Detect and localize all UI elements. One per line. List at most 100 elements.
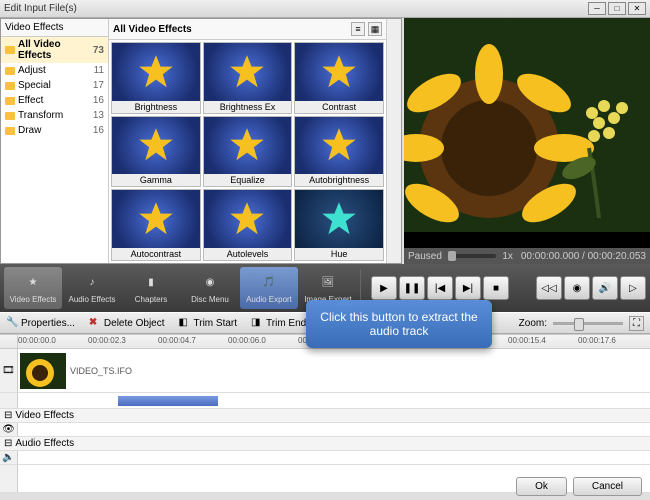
delete-object-button[interactable]: ✖Delete Object bbox=[89, 317, 165, 329]
effect-label: Autocontrast bbox=[112, 248, 200, 260]
effect-thumb bbox=[295, 43, 383, 101]
audio-export-button[interactable]: 🎵Audio Export bbox=[240, 267, 298, 309]
zoom-slider[interactable] bbox=[553, 322, 623, 325]
effect-autolevels[interactable]: Autolevels bbox=[203, 189, 293, 261]
effect-label: Autolevels bbox=[204, 248, 292, 260]
audio-effects-button[interactable]: ♪ Audio Effects bbox=[63, 267, 121, 309]
effects-scrollbar[interactable] bbox=[386, 19, 401, 263]
effect-brightness[interactable]: Brightness bbox=[111, 42, 201, 114]
video-clip[interactable]: VIDEO_TS.IFO bbox=[18, 351, 218, 391]
sidebar-item-count: 17 bbox=[93, 80, 104, 91]
sidebar-item-draw[interactable]: Draw16 bbox=[1, 123, 108, 138]
minimize-button[interactable]: ─ bbox=[588, 2, 606, 15]
sidebar-item-count: 13 bbox=[93, 110, 104, 121]
folder-icon bbox=[5, 67, 15, 75]
folder-icon bbox=[5, 82, 15, 90]
tool-icon: ♪ bbox=[82, 273, 102, 293]
audio-effects-track[interactable] bbox=[18, 451, 650, 464]
prev-button[interactable]: |◀ bbox=[427, 276, 453, 300]
chapters-button[interactable]: ▮Chapters bbox=[122, 267, 180, 309]
next-button[interactable]: ▶| bbox=[455, 276, 481, 300]
properties-button[interactable]: 🔧Properties... bbox=[6, 317, 75, 329]
effect-thumb bbox=[295, 117, 383, 175]
disc-menu-button[interactable]: ◉ Disc Menu bbox=[181, 267, 239, 309]
ruler-tick: 00:00:04.7 bbox=[158, 336, 196, 345]
effect-thumb bbox=[112, 190, 200, 248]
ruler-tick: 00:00:00.0 bbox=[18, 336, 56, 345]
sidebar-item-special[interactable]: Special17 bbox=[1, 78, 108, 93]
zoom-label: Zoom: bbox=[519, 318, 547, 329]
sidebar-item-count: 16 bbox=[93, 125, 104, 136]
effect-label: Brightness Ex bbox=[204, 101, 292, 113]
effect-gamma[interactable]: Gamma bbox=[111, 116, 201, 188]
fit-icon[interactable]: ⛶ bbox=[629, 316, 644, 331]
eye-icon[interactable]: 👁 bbox=[2, 424, 15, 435]
clip-label: VIDEO_TS.IFO bbox=[70, 366, 132, 376]
close-button[interactable]: ✕ bbox=[628, 2, 646, 15]
tool-label: Audio Effects bbox=[69, 295, 116, 304]
stop-button[interactable]: ■ bbox=[483, 276, 509, 300]
hint-tooltip: Click this button to extract the audio t… bbox=[306, 300, 492, 348]
effect-autobrightness[interactable]: Autobrightness bbox=[294, 116, 384, 188]
tool-label: Video Effects bbox=[10, 295, 57, 304]
window-title: Edit Input File(s) bbox=[4, 3, 586, 14]
collapse-video-effects[interactable]: ⊟ bbox=[4, 410, 12, 421]
trim-start-button[interactable]: ◧Trim Start bbox=[179, 317, 238, 329]
speaker-icon[interactable]: 🔈 bbox=[2, 452, 14, 463]
snapshot-button[interactable]: ◉ bbox=[564, 276, 590, 300]
sidebar-item-transform[interactable]: Transform13 bbox=[1, 108, 108, 123]
sidebar-item-all-video-effects[interactable]: All Video Effects73 bbox=[1, 37, 108, 63]
effect-brightness-ex[interactable]: Brightness Ex bbox=[203, 42, 293, 114]
effect-thumb bbox=[204, 117, 292, 175]
maximize-button[interactable]: □ bbox=[608, 2, 626, 15]
effect-label: Hue bbox=[295, 248, 383, 260]
effects-sidebar: Video Effects All Video Effects73Adjust1… bbox=[1, 19, 109, 263]
audio-effects-track-label: Audio Effects bbox=[15, 438, 74, 449]
tool-label: Disc Menu bbox=[191, 295, 229, 304]
list-view-icon[interactable]: ≡ bbox=[351, 22, 365, 36]
sidebar-header: Video Effects bbox=[1, 19, 108, 37]
sidebar-item-effect[interactable]: Effect16 bbox=[1, 93, 108, 108]
effect-contrast[interactable]: Contrast bbox=[294, 42, 384, 114]
collapse-audio-effects[interactable]: ⊟ bbox=[4, 438, 12, 449]
folder-icon bbox=[5, 127, 15, 135]
film-icon: 🎞 bbox=[2, 365, 15, 376]
video-effects-button[interactable]: ★Video Effects bbox=[4, 267, 62, 309]
ruler-tick: 00:00:17.6 bbox=[578, 336, 616, 345]
selection-track[interactable] bbox=[18, 393, 650, 408]
speed-slider[interactable] bbox=[448, 254, 496, 258]
effect-thumb bbox=[112, 43, 200, 101]
video-effects-track[interactable] bbox=[18, 423, 650, 436]
folder-icon bbox=[5, 97, 15, 105]
ok-button[interactable]: Ok bbox=[516, 477, 567, 496]
ruler-tick: 00:00:15.4 bbox=[508, 336, 546, 345]
effect-hue[interactable]: Hue bbox=[294, 189, 384, 261]
sidebar-item-adjust[interactable]: Adjust11 bbox=[1, 63, 108, 78]
sidebar-item-label: All Video Effects bbox=[18, 39, 93, 61]
ruler-tick: 00:00:02.3 bbox=[88, 336, 126, 345]
cancel-button[interactable]: Cancel bbox=[573, 477, 642, 496]
folder-icon bbox=[5, 112, 15, 120]
tool-icon: ◉ bbox=[200, 273, 220, 293]
pause-button[interactable]: ❚❚ bbox=[399, 276, 425, 300]
effect-equalize[interactable]: Equalize bbox=[203, 116, 293, 188]
volume-button[interactable]: 🔊 bbox=[592, 276, 618, 300]
video-track[interactable]: VIDEO_TS.IFO bbox=[18, 349, 650, 392]
preview-viewport bbox=[404, 18, 650, 248]
sidebar-item-label: Draw bbox=[18, 125, 93, 136]
play-button[interactable]: ▶ bbox=[371, 276, 397, 300]
frame-back-button[interactable]: ◁◁ bbox=[536, 276, 562, 300]
video-effects-track-label: Video Effects bbox=[15, 410, 74, 421]
time-label: 00:00:00.000 / 00:00:20.053 bbox=[521, 251, 646, 262]
selection-range[interactable] bbox=[118, 396, 218, 406]
grid-view-icon[interactable]: ▦ bbox=[368, 22, 382, 36]
sidebar-item-label: Adjust bbox=[18, 65, 94, 76]
tool-icon: 🎵 bbox=[259, 273, 279, 293]
frame-fwd-button[interactable]: ▷ bbox=[620, 276, 646, 300]
effect-label: Autobrightness bbox=[295, 174, 383, 186]
effect-thumb bbox=[112, 117, 200, 175]
trim-end-button[interactable]: ◨Trim End bbox=[251, 317, 306, 329]
sidebar-item-label: Special bbox=[18, 80, 93, 91]
effects-panel-title: All Video Effects bbox=[113, 24, 348, 35]
effect-autocontrast[interactable]: Autocontrast bbox=[111, 189, 201, 261]
